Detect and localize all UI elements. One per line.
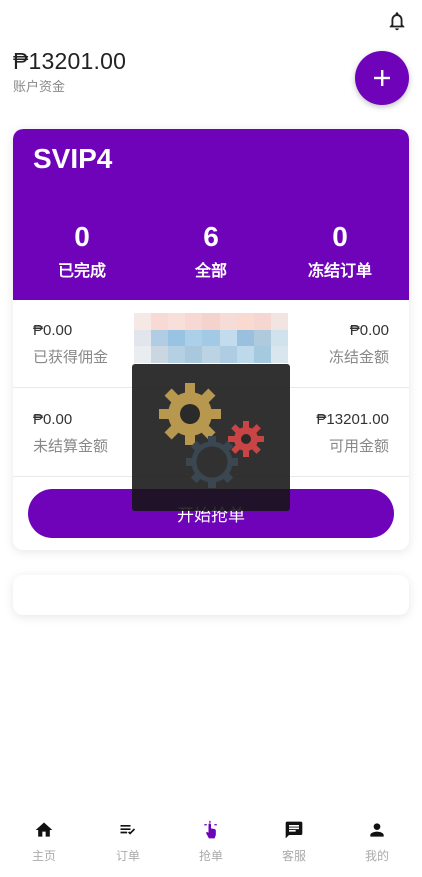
commission-value: ₱0.00 [33, 322, 73, 339]
nav-item-home[interactable]: 主页 [2, 812, 86, 877]
grab-order-icon [204, 820, 217, 839]
nav-label: 抢单 [198, 849, 223, 863]
stat-label: 已完成 [57, 263, 106, 280]
available-label: 可用金额 [328, 438, 389, 455]
stat-frozen-orders[interactable]: 0 冻结订单 [275, 221, 405, 281]
person-icon [370, 823, 384, 837]
nav-label: 订单 [115, 849, 140, 863]
stat-value: 0 [332, 221, 348, 252]
stat-label: 全部 [194, 263, 227, 280]
frozen-amount-label: 冻结金额 [328, 349, 389, 366]
available-value: ₱13201.00 [316, 411, 389, 428]
nav-item-profile[interactable]: 我的 [335, 812, 419, 877]
frozen-amount-value: ₱0.00 [349, 322, 389, 339]
nav-item-support[interactable]: 客服 [252, 812, 336, 877]
nav-label: 主页 [31, 849, 56, 863]
nav-item-grab[interactable]: 抢单 [169, 812, 253, 877]
add-funds-button[interactable] [355, 51, 409, 105]
loading-overlay [132, 364, 290, 511]
nav-label: 我的 [364, 849, 389, 863]
unsettled-value: ₱0.00 [33, 411, 73, 428]
vip-header: SVIP4 0 已完成 6 全部 0 冻结订单 [13, 129, 409, 300]
nav-item-orders[interactable]: 订单 [86, 812, 170, 877]
chat-icon [285, 821, 303, 839]
commission-label: 已获得佣金 [33, 349, 109, 366]
pixelated-image [134, 313, 288, 363]
home-icon [35, 822, 53, 837]
vip-level: SVIP4 [33, 143, 113, 174]
empty-card [13, 575, 409, 615]
stat-completed[interactable]: 0 已完成 [17, 221, 147, 281]
balance-amount: ₱13201.00 [13, 48, 127, 74]
plus-icon [374, 70, 390, 86]
order-list-icon [120, 825, 136, 835]
balance-label: 账户资金 [13, 79, 66, 94]
gears-icon [159, 383, 264, 488]
bell-icon[interactable] [386, 10, 408, 32]
stat-all[interactable]: 6 全部 [146, 221, 276, 281]
nav-label: 客服 [281, 849, 306, 863]
bottom-nav: 主页 订单 抢单 客服 我的 [0, 812, 422, 877]
unsettled-label: 未结算金额 [33, 438, 109, 455]
stat-value: 6 [203, 221, 219, 252]
stat-value: 0 [74, 221, 90, 252]
stat-label: 冻结订单 [307, 263, 372, 280]
